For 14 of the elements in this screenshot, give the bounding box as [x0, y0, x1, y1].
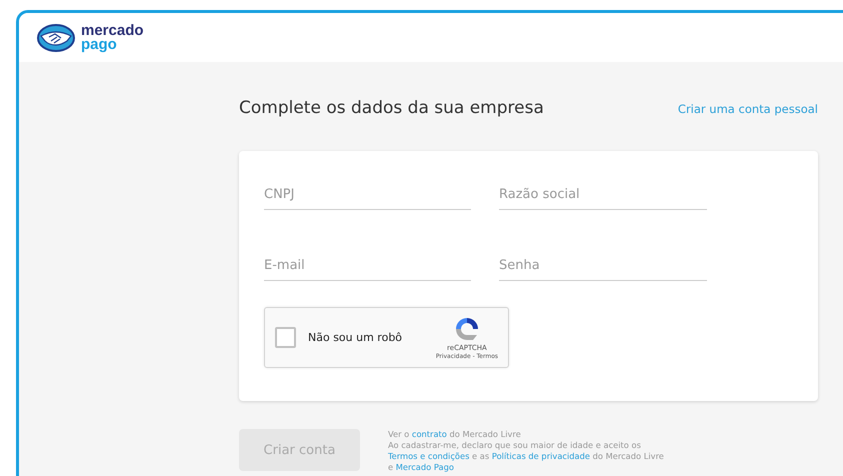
legal-link[interactable]: Termos e condições	[388, 451, 470, 461]
legal-link[interactable]: Mercado Pago	[396, 462, 454, 472]
logo-wordmark: mercado	[81, 24, 144, 38]
legal-text: Termos e condições e as Políticas de privacidade do Mercado Livre	[388, 451, 664, 462]
personal-account-link[interactable]: Criar uma conta pessoal	[678, 102, 818, 116]
legal-link[interactable]: Políticas de privacidade	[492, 451, 590, 461]
legal-link[interactable]: contrato	[412, 429, 447, 439]
legal-text: e Mercado Pago	[388, 462, 455, 473]
logo-wordmark-sub: pago	[81, 38, 118, 52]
legal-text: Ver o contrato do Mercado Livre	[388, 429, 522, 440]
captcha-label: Não sou um robô	[308, 331, 404, 344]
form-title: Complete os dados da sua empresa	[239, 98, 544, 118]
legal-text: Ao cadastrar-me, declaro que sou maior de idade e aceito os	[388, 440, 642, 451]
captcha-checkbox[interactable]	[275, 327, 296, 348]
